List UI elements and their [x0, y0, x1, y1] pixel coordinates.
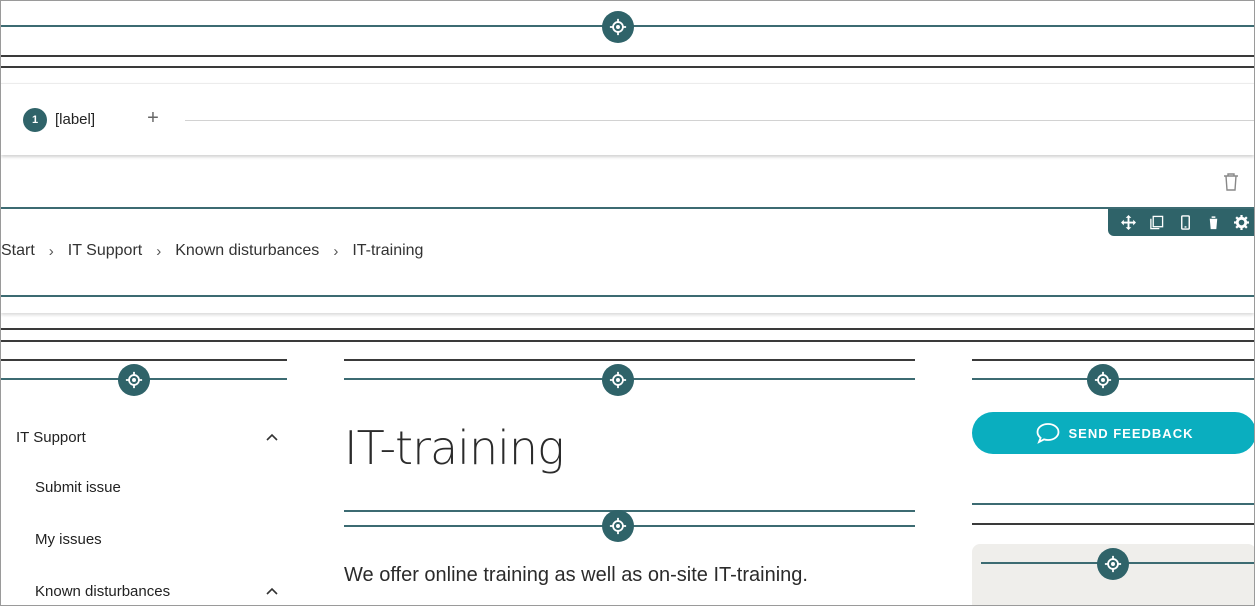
side-panel-handle[interactable]	[1097, 548, 1129, 580]
sidebar-item-label: Submit issue	[35, 478, 121, 496]
breadcrumb: Start › IT Support › Known disturbances …	[1, 242, 423, 260]
section-divider	[1, 55, 1254, 57]
right-guide	[972, 503, 1254, 505]
target-icon	[609, 18, 627, 36]
editor-canvas: 1 [label] + Start › IT Support › Known d…	[0, 0, 1255, 606]
target-icon	[1094, 371, 1112, 389]
delete-icon	[1208, 216, 1219, 230]
target-icon	[125, 371, 143, 389]
sidebar-item-my-issues[interactable]: My issues	[1, 513, 287, 565]
breadcrumb-separator: ›	[48, 242, 54, 260]
chevron-up-icon[interactable]	[265, 584, 279, 598]
sidebar-item-known-disturbances[interactable]: Known disturbances	[1, 565, 287, 605]
chat-bubble-icon	[1036, 423, 1059, 444]
sidebar-nav: IT Support Submit issue My issues Known …	[1, 413, 287, 605]
breadcrumb-guide-top	[1, 207, 1254, 209]
right-divider	[972, 523, 1254, 525]
step-number[interactable]: 1	[23, 108, 47, 132]
column-divider-right	[972, 359, 1254, 361]
delete-button[interactable]	[1199, 211, 1227, 235]
breadcrumb-it-support[interactable]: IT Support	[68, 242, 142, 260]
content-guide	[344, 510, 915, 512]
section-divider	[1, 66, 1254, 68]
side-panel	[972, 544, 1254, 605]
column-handle-center[interactable]	[602, 364, 634, 396]
settings-icon	[1234, 215, 1250, 230]
page-title: IT-training	[344, 421, 565, 475]
add-step-button[interactable]: +	[143, 108, 163, 128]
target-icon	[609, 371, 627, 389]
sidebar-item-label: My issues	[35, 530, 102, 548]
mobile-icon	[1180, 215, 1190, 230]
settings-button[interactable]	[1228, 211, 1254, 235]
send-feedback-label: SEND FEEDBACK	[1068, 425, 1194, 441]
stepper-bar: 1 [label] +	[1, 83, 1254, 155]
breadcrumb-start[interactable]: Start	[1, 242, 35, 260]
column-handle-right[interactable]	[1087, 364, 1119, 396]
send-feedback-button[interactable]: SEND FEEDBACK	[972, 412, 1254, 454]
column-divider-left	[1, 359, 287, 361]
breadcrumb-current: IT-training	[352, 242, 424, 259]
block-toolbar	[1108, 209, 1254, 236]
copy-icon	[1150, 215, 1164, 230]
sidebar-item-it-support[interactable]: IT Support	[1, 413, 287, 461]
breadcrumb-card-shadow	[1, 297, 1254, 313]
content-handle[interactable]	[602, 510, 634, 542]
breadcrumb-separator: ›	[333, 242, 339, 260]
chevron-up-icon[interactable]	[265, 430, 279, 444]
stepper-track	[185, 120, 1254, 121]
breadcrumb-known-disturbances[interactable]: Known disturbances	[175, 242, 319, 260]
move-icon	[1120, 215, 1136, 230]
section-divider	[1, 340, 1254, 342]
sidebar-item-label: Known disturbances	[35, 582, 171, 600]
target-icon	[609, 517, 627, 535]
sidebar-item-submit-issue[interactable]: Submit issue	[1, 461, 287, 513]
column-handle-left[interactable]	[118, 364, 150, 396]
sidebar-item-label: IT Support	[16, 428, 86, 446]
breadcrumb-separator: ›	[156, 242, 162, 260]
column-divider-center	[344, 359, 915, 361]
section-handle-top[interactable]	[602, 11, 634, 43]
copy-button[interactable]	[1142, 211, 1170, 235]
move-button[interactable]	[1114, 211, 1142, 235]
trash-icon[interactable]	[1222, 172, 1240, 192]
target-icon	[1104, 555, 1122, 573]
step-label[interactable]: [label]	[55, 111, 95, 128]
intro-text: We offer online training as well as on-s…	[344, 564, 808, 586]
mobile-button[interactable]	[1171, 211, 1199, 235]
section-divider	[1, 328, 1254, 330]
